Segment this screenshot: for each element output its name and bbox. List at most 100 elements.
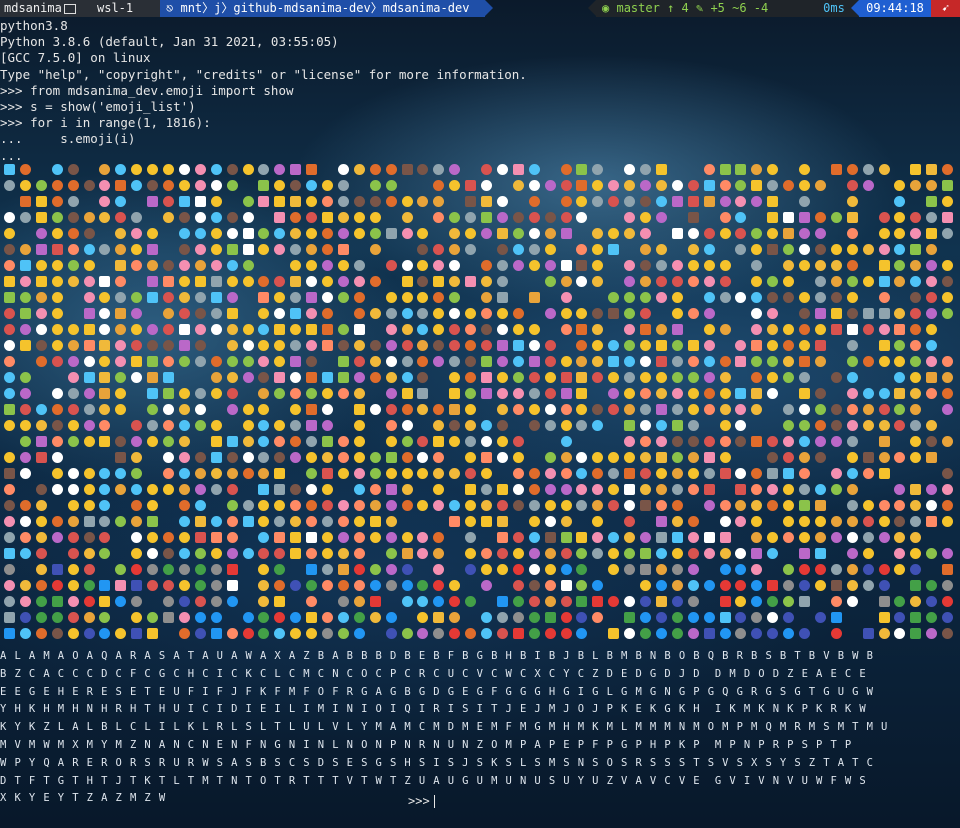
emoji-glyph [496,292,508,303]
emoji-glyph [194,180,206,191]
terminal-line: >>> from mdsanima_dev.emoji import show [0,82,294,98]
emoji-glyph [401,196,413,207]
emoji-glyph [783,340,795,351]
emoji-glyph [655,452,667,463]
emoji-glyph [862,468,874,479]
emoji-glyph [687,244,699,255]
emoji-glyph [131,308,143,319]
emoji-glyph [783,324,795,335]
emoji-glyph [290,548,302,559]
emoji-glyph [814,452,826,463]
emoji-glyph [544,212,556,223]
emoji-glyph [19,308,31,319]
emoji-glyph [624,212,636,223]
segment-separator [485,0,493,16]
emoji-glyph [465,564,477,575]
emoji-glyph [894,228,906,239]
emoji-glyph [83,212,95,223]
emoji-glyph [369,228,381,239]
emoji-glyph [449,244,461,255]
emoji-glyph [830,628,842,639]
edit-icon: ✎ [695,1,704,15]
emoji-glyph [830,244,842,255]
emoji-glyph [910,404,922,415]
emoji-glyph [592,276,604,287]
emoji-glyph [385,516,397,527]
emoji-glyph [194,452,206,463]
emoji-glyph [274,548,286,559]
emoji-glyph [306,228,318,239]
emoji-glyph [894,548,906,559]
emoji-glyph [799,564,810,575]
emoji-glyph [131,580,143,591]
emoji-glyph [194,580,206,591]
emoji-glyph [4,164,15,175]
emoji-glyph [194,388,206,399]
emoji-glyph [178,292,190,303]
emoji-glyph [306,484,318,495]
emoji-glyph [115,596,127,607]
emoji-glyph [337,212,349,223]
emoji-glyph [671,628,683,639]
emoji-glyph [194,356,206,367]
emoji-glyph [735,340,747,351]
emoji-glyph [846,308,858,319]
emoji-glyph [401,452,413,463]
emoji-glyph [846,532,858,543]
emoji-glyph [226,436,238,447]
emoji-glyph [51,404,63,415]
emoji-glyph [560,420,572,431]
emoji-glyph [846,180,858,191]
emoji-glyph [830,212,842,223]
emoji-glyph [481,276,492,287]
emoji-glyph [894,612,906,623]
emoji-glyph [4,276,15,287]
emoji-glyph [576,564,588,575]
emoji-glyph [767,180,779,191]
emoji-glyph [178,196,190,207]
emoji-glyph [99,292,111,303]
emoji-glyph [306,244,318,255]
emoji-glyph [131,324,143,335]
emoji-glyph [322,196,333,207]
emoji-glyph [624,628,636,639]
emoji-glyph [35,308,47,319]
emoji-glyph [147,484,159,495]
emoji-glyph [242,324,254,335]
emoji-glyph [194,276,206,287]
emoji-glyph [735,436,747,447]
emoji-glyph [926,228,938,239]
emoji-glyph [178,484,190,495]
emoji-glyph [385,164,397,175]
emoji-glyph [290,404,302,415]
emoji-glyph [353,308,365,319]
emoji-glyph [417,468,429,479]
emoji-glyph [751,292,763,303]
emoji-glyph [687,452,699,463]
emoji-glyph [592,404,604,415]
emoji-glyph [67,484,79,495]
emoji-glyph [322,276,333,287]
emoji-glyph [242,196,254,207]
emoji-glyph [417,532,429,543]
emoji-glyph [178,500,190,511]
emoji-glyph [35,276,47,287]
emoji-glyph [799,292,810,303]
emoji-glyph [671,532,683,543]
emoji-glyph [274,324,286,335]
emoji-glyph [417,388,429,399]
emoji-glyph [544,564,556,575]
emoji-glyph [687,564,699,575]
emoji-glyph [401,388,413,399]
emoji-glyph [417,580,429,591]
emoji-glyph [258,372,270,383]
emoji-glyph [576,372,588,383]
emoji-glyph [576,340,588,351]
emoji-glyph [878,164,890,175]
emoji-glyph [51,484,63,495]
emoji-glyph [512,452,524,463]
emoji-glyph [846,516,858,527]
emoji-glyph [926,436,938,447]
repl-prompt[interactable]: >>> [408,794,435,808]
emoji-glyph [385,196,397,207]
